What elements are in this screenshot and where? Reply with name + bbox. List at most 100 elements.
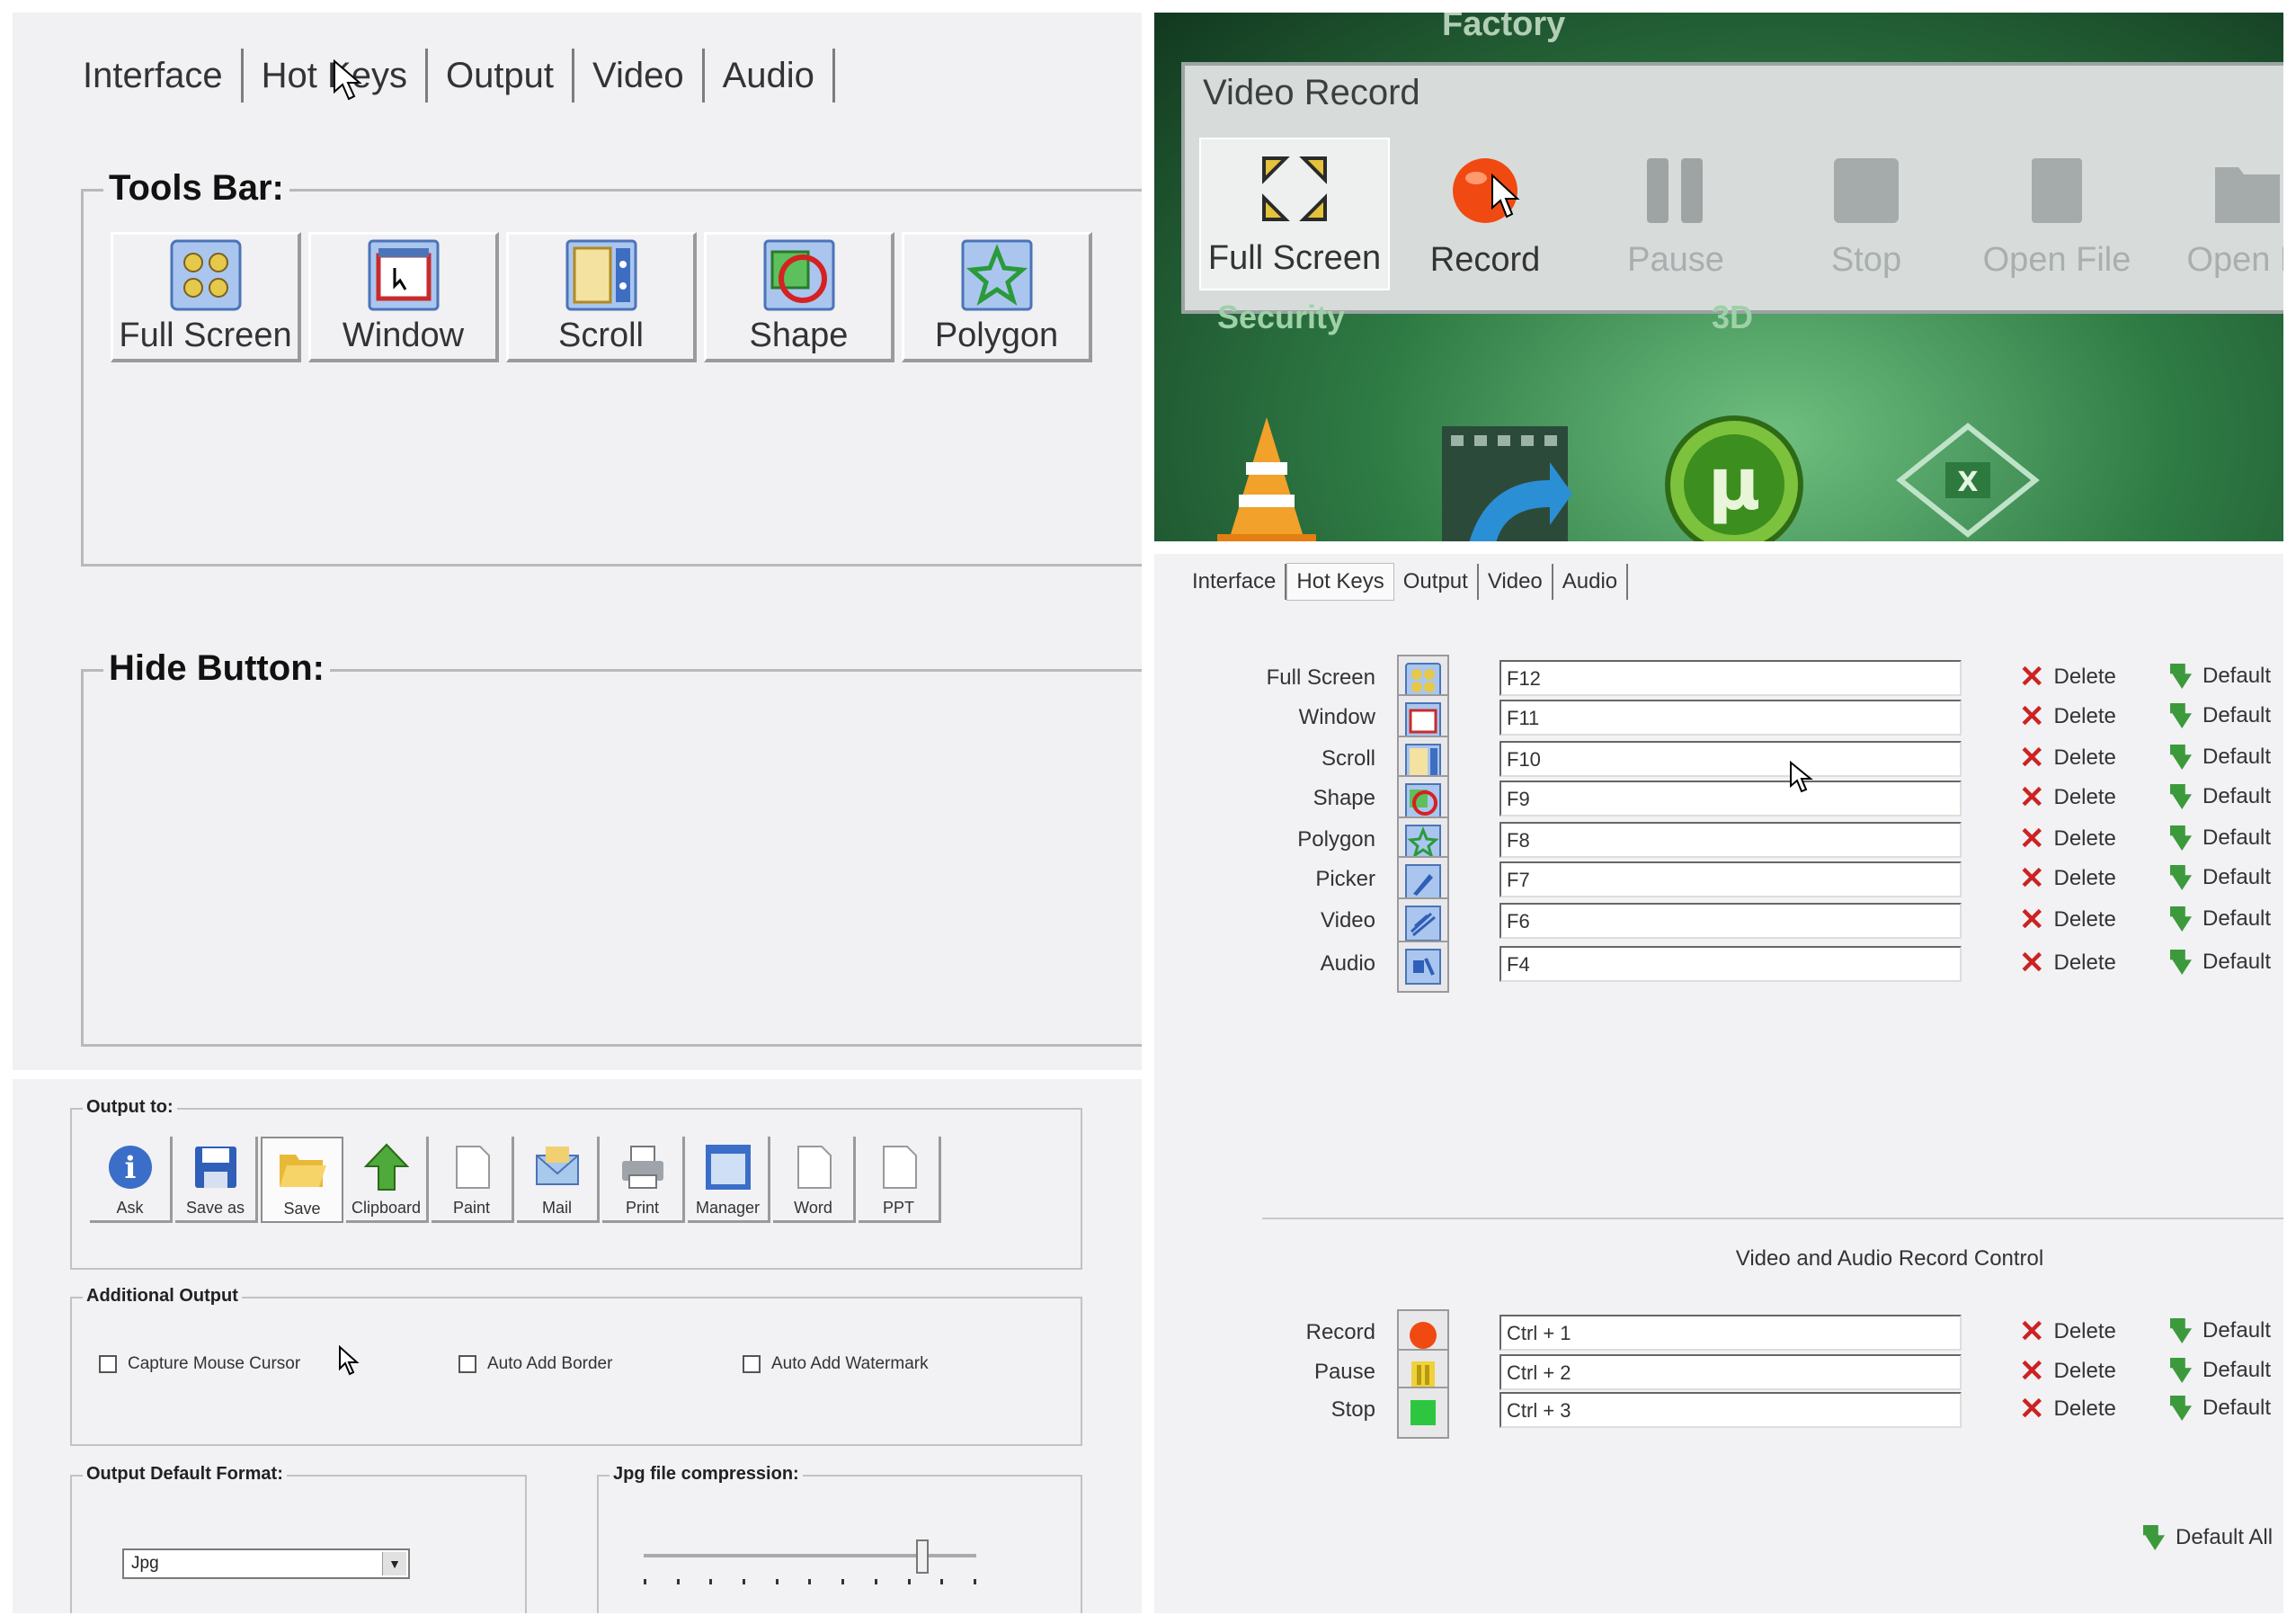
output-ask-button[interactable]: i Ask [90, 1137, 173, 1223]
delete-button[interactable]: ✕ Delete [2019, 905, 2116, 935]
hotkey-input[interactable]: F12 [1500, 660, 1962, 696]
default-all-button[interactable]: Default All [2143, 1525, 2273, 1550]
tab-video[interactable]: Video [574, 49, 705, 103]
delete-button[interactable]: ✕ Delete [2019, 863, 2116, 894]
hotkey-label: Stop [1330, 1397, 1375, 1422]
tool-full-screen-button[interactable]: Full Screen [111, 232, 301, 362]
slider-thumb[interactable] [916, 1539, 930, 1574]
output-word-button[interactable]: Word [773, 1137, 856, 1223]
tab-interface[interactable]: Interface [68, 49, 244, 103]
hotkey-input[interactable]: F7 [1500, 861, 1962, 897]
delete-button[interactable]: ✕ Delete [2019, 824, 2116, 854]
svg-text:X: X [1957, 467, 1978, 498]
auto-add-watermark-checkbox[interactable]: Auto Add Watermark [743, 1354, 929, 1374]
delete-button[interactable]: ✕ Delete [2019, 701, 2116, 732]
desktop-label-3d: 3D [1712, 299, 1754, 335]
default-button[interactable]: Default [2170, 703, 2271, 728]
default-button[interactable]: Default [2170, 825, 2271, 851]
excel-icon[interactable]: X [1891, 408, 2044, 541]
default-button[interactable]: Default [2170, 1358, 2271, 1383]
close-icon: ✕ [2019, 741, 2045, 775]
hotkey-input[interactable]: F8 [1500, 822, 1962, 858]
tab-hot-keys[interactable]: Hot Keys [1286, 563, 1394, 601]
capture-mouse-cursor-checkbox[interactable]: Capture Mouse Cursor [99, 1354, 300, 1374]
delete-label: Delete [2053, 745, 2116, 770]
jpg-compression-group: Jpg file compression: [597, 1464, 1082, 1613]
default-icon [2170, 1358, 2192, 1383]
hotkey-input[interactable]: F10 [1500, 741, 1962, 777]
default-button[interactable]: Default [2170, 950, 2271, 975]
delete-button[interactable]: ✕ Delete [2019, 1394, 2116, 1424]
stop-icon[interactable] [1397, 1387, 1449, 1439]
checkbox-label: Auto Add Border [487, 1354, 613, 1373]
tool-scroll-button[interactable]: Scroll [506, 232, 697, 362]
delete-button[interactable]: ✕ Delete [2019, 662, 2116, 692]
tab-interface[interactable]: Interface [1183, 564, 1287, 600]
delete-button[interactable]: ✕ Delete [2019, 948, 2116, 978]
delete-button[interactable]: ✕ Delete [2019, 1316, 2116, 1347]
output-save-button[interactable]: Save [261, 1137, 343, 1223]
tool-shape-button[interactable]: Shape [704, 232, 894, 362]
jpg-compression-slider[interactable] [644, 1539, 976, 1574]
hotkey-input[interactable]: Ctrl + 1 [1500, 1315, 1962, 1351]
checkbox-box[interactable] [743, 1355, 761, 1373]
pause-button[interactable]: Pause [1580, 138, 1771, 290]
tool-polygon-button[interactable]: Polygon [902, 232, 1092, 362]
vlc-icon[interactable] [1208, 408, 1325, 541]
tab-output[interactable]: Output [1394, 564, 1479, 600]
button-label: Open File [1982, 241, 2131, 279]
stop-button[interactable]: Stop [1771, 138, 1962, 290]
tab-output[interactable]: Output [428, 49, 575, 103]
output-mail-button[interactable]: Mail [517, 1137, 600, 1223]
utorrent-icon[interactable]: μ [1658, 408, 1811, 541]
tab-audio[interactable]: Audio [705, 49, 835, 103]
output-paint-button[interactable]: Paint [432, 1137, 514, 1223]
default-button[interactable]: Default [2170, 865, 2271, 890]
mail-icon [533, 1143, 582, 1191]
hotkey-input[interactable]: F4 [1500, 946, 1962, 982]
hotkey-input[interactable]: F9 [1500, 781, 1962, 816]
record-button[interactable]: Record [1390, 138, 1580, 290]
video-record-toolbar: Full Screen Record Pause Stop Open File … [1199, 138, 2283, 290]
hotkey-input[interactable]: Ctrl + 3 [1500, 1392, 1962, 1428]
default-button[interactable]: Default [2170, 784, 2271, 809]
video-converter-icon[interactable] [1433, 408, 1577, 541]
hotkey-input[interactable]: F6 [1500, 903, 1962, 939]
default-button[interactable]: Default [2170, 906, 2271, 932]
output-button-label: Manager [695, 1199, 761, 1217]
delete-button[interactable]: ✕ Delete [2019, 1356, 2116, 1387]
checkbox-box[interactable] [458, 1355, 476, 1373]
output-format-select[interactable]: Jpg ▼ [122, 1548, 410, 1579]
audio-icon[interactable] [1397, 941, 1449, 993]
video-record-window: Video Record Full Screen Record Pause St… [1181, 62, 2283, 314]
output-settings-panel: Output to: i Ask Save as Save Clipboard … [13, 1079, 1142, 1613]
output-manager-button[interactable]: Manager [688, 1137, 770, 1223]
output-save-as-button[interactable]: Save as [175, 1137, 258, 1223]
delete-button[interactable]: ✕ Delete [2019, 782, 2116, 813]
output-to-group: Output to: i Ask Save as Save Clipboard … [70, 1097, 1082, 1270]
default-button[interactable]: Default [2170, 745, 2271, 770]
output-print-button[interactable]: Print [602, 1137, 685, 1223]
default-button[interactable]: Default [2170, 1396, 2271, 1421]
hotkey-input[interactable]: Ctrl + 2 [1500, 1354, 1962, 1390]
output-ppt-button[interactable]: PPT [859, 1137, 941, 1223]
tab-video[interactable]: Video [1479, 564, 1553, 600]
mouse-cursor-icon [1790, 761, 1813, 793]
window-title: Video Record [1203, 73, 1420, 112]
open-file-button[interactable]: Open File [1962, 138, 2152, 290]
checkbox-box[interactable] [99, 1355, 117, 1373]
delete-button[interactable]: ✕ Delete [2019, 741, 2116, 775]
tab-audio[interactable]: Audio [1553, 564, 1629, 600]
default-button[interactable]: Default [2170, 664, 2271, 689]
hotkey-input[interactable]: F11 [1500, 700, 1962, 736]
tool-window-button[interactable]: Window [308, 232, 499, 362]
delete-label: Delete [2053, 950, 2116, 975]
auto-add-border-checkbox[interactable]: Auto Add Border [458, 1354, 612, 1374]
default-button[interactable]: Default [2170, 1318, 2271, 1343]
output-clipboard-button[interactable]: Clipboard [346, 1137, 429, 1223]
default-label: Default [2203, 950, 2272, 974]
full-screen-button[interactable]: Full Screen [1199, 138, 1390, 290]
open-folder-button[interactable]: Open Fi [2152, 138, 2283, 290]
chevron-down-icon[interactable]: ▼ [382, 1552, 406, 1575]
folder-icon [278, 1144, 326, 1192]
